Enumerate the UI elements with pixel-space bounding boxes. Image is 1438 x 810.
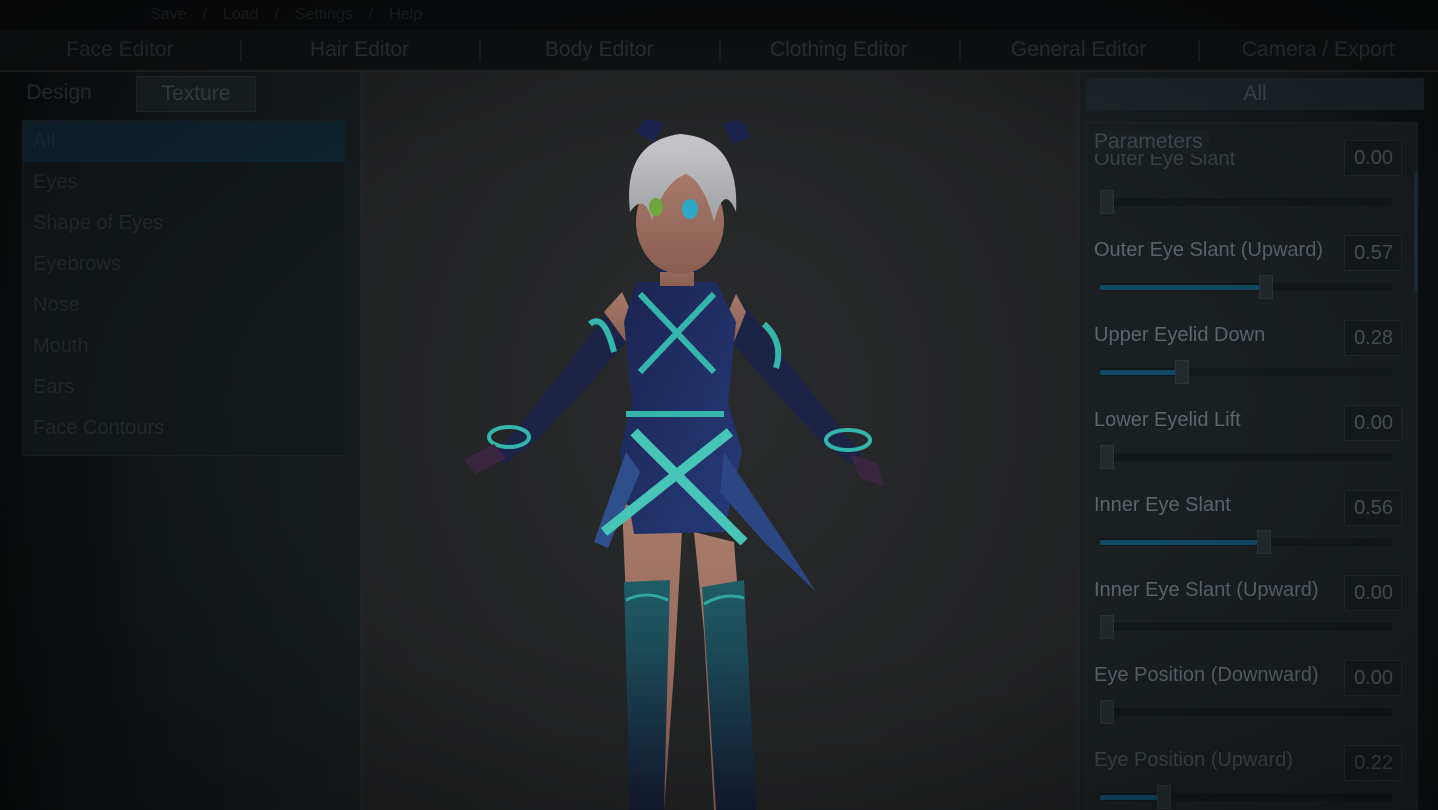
category-item-all[interactable]: All	[23, 121, 345, 162]
parameters-title: Parameters	[1094, 130, 1209, 154]
category-item-shape-of-eyes[interactable]: Shape of Eyes	[23, 203, 345, 244]
menu-bar: Save / Load / Settings / Help	[0, 0, 1438, 30]
character-viewport[interactable]	[364, 72, 1076, 810]
menu-separator: /	[274, 6, 279, 23]
tab-general-editor[interactable]: General Editor	[958, 30, 1199, 70]
param-slider[interactable]	[1100, 785, 1392, 809]
param-value-field[interactable]: 0.22	[1344, 745, 1402, 781]
param-row: Upper Eyelid Down 0.28	[1094, 320, 1402, 404]
category-item-eyebrows[interactable]: Eyebrows	[23, 244, 345, 285]
category-item-eyes[interactable]: Eyes	[23, 162, 345, 203]
param-value-field[interactable]: 0.00	[1344, 660, 1402, 696]
tab-design[interactable]: Design	[0, 76, 118, 110]
filter-all-button[interactable]: All	[1086, 78, 1424, 110]
category-item-mouth[interactable]: Mouth	[23, 326, 345, 367]
tab-body-editor[interactable]: Body Editor	[479, 30, 719, 70]
param-row: Eye Position (Downward) 0.00	[1094, 660, 1402, 744]
menu-item-help[interactable]: Help	[389, 6, 422, 24]
param-row: Eye Position (Upward) 0.22	[1094, 745, 1402, 810]
param-slider[interactable]	[1100, 615, 1392, 639]
param-row: Inner Eye Slant 0.56	[1094, 490, 1402, 574]
menu-item-settings[interactable]: Settings	[295, 6, 353, 24]
slider-thumb[interactable]	[1157, 785, 1172, 809]
parameter-panel: All Parameters Outer Eye Slant 0.00 Outer …	[1080, 72, 1438, 810]
slider-fill	[1100, 795, 1165, 800]
param-value-field[interactable]: 0.00	[1344, 405, 1402, 441]
slider-thumb[interactable]	[1100, 700, 1114, 724]
param-row: Inner Eye Slant (Upward) 0.00	[1094, 575, 1402, 659]
slider-thumb[interactable]	[1100, 615, 1114, 639]
param-row: Outer Eye Slant (Upward) 0.57	[1094, 235, 1402, 319]
slider-fill	[1100, 370, 1182, 375]
param-value-field[interactable]: 0.28	[1344, 320, 1402, 356]
param-slider[interactable]	[1100, 275, 1392, 299]
slider-thumb[interactable]	[1100, 190, 1114, 214]
slider-fill	[1100, 285, 1267, 290]
tab-face-editor[interactable]: Face Editor	[0, 30, 240, 70]
slider-thumb[interactable]	[1100, 445, 1114, 469]
category-panel: Design Texture All Eyes Shape of Eyes Ey…	[0, 72, 360, 810]
slider-thumb[interactable]	[1256, 530, 1271, 554]
param-row: Outer Eye Slant 0.00	[1094, 140, 1402, 234]
tab-clothing-editor[interactable]: Clothing Editor	[719, 30, 959, 70]
param-label: Inner Eye Slant	[1094, 494, 1231, 516]
menu-item-load[interactable]: Load	[223, 6, 259, 24]
category-list: All Eyes Shape of Eyes Eyebrows Nose Mou…	[22, 120, 346, 456]
param-row: Lower Eyelid Lift 0.00	[1094, 405, 1402, 489]
scrollbar[interactable]	[1414, 172, 1418, 292]
menu-separator: /	[202, 6, 207, 23]
param-label: Lower Eyelid Lift	[1094, 409, 1241, 431]
param-slider[interactable]	[1100, 190, 1392, 214]
param-label: Upper Eyelid Down	[1094, 324, 1266, 346]
menu-separator: /	[368, 6, 374, 23]
slider-thumb[interactable]	[1259, 275, 1274, 299]
category-item-ears[interactable]: Ears	[23, 367, 345, 408]
param-value-field[interactable]: 0.00	[1344, 575, 1402, 611]
character-model	[464, 119, 884, 810]
editor-tab-bar: Face Editor Hair Editor Body Editor Clot…	[0, 30, 1438, 70]
param-slider[interactable]	[1100, 700, 1392, 724]
category-item-face-contours[interactable]: Face Contours	[23, 408, 345, 449]
category-item-nose[interactable]: Nose	[23, 285, 345, 326]
slider-thumb[interactable]	[1174, 360, 1189, 384]
param-value-field[interactable]: 0.57	[1344, 235, 1402, 271]
tab-hair-editor[interactable]: Hair Editor	[239, 30, 480, 70]
slider-fill	[1100, 540, 1264, 545]
tab-camera-export[interactable]: Camera / Export	[1198, 30, 1438, 70]
param-slider[interactable]	[1100, 360, 1392, 384]
param-slider[interactable]	[1100, 445, 1392, 469]
param-label: Eye Position (Upward)	[1094, 749, 1293, 771]
param-value-field[interactable]: 0.00	[1344, 140, 1402, 176]
subtab-bar: Design Texture	[0, 76, 256, 112]
param-label: Outer Eye Slant (Upward)	[1094, 239, 1323, 261]
param-slider[interactable]	[1100, 530, 1392, 554]
menu-item-save[interactable]: Save	[150, 6, 186, 24]
menu-items: Save / Load / Settings / Help	[150, 6, 422, 24]
tab-texture[interactable]: Texture	[136, 76, 256, 112]
param-label: Inner Eye Slant (Upward)	[1094, 579, 1319, 601]
param-label: Eye Position (Downward)	[1094, 664, 1319, 686]
param-value-field[interactable]: 0.56	[1344, 490, 1402, 526]
